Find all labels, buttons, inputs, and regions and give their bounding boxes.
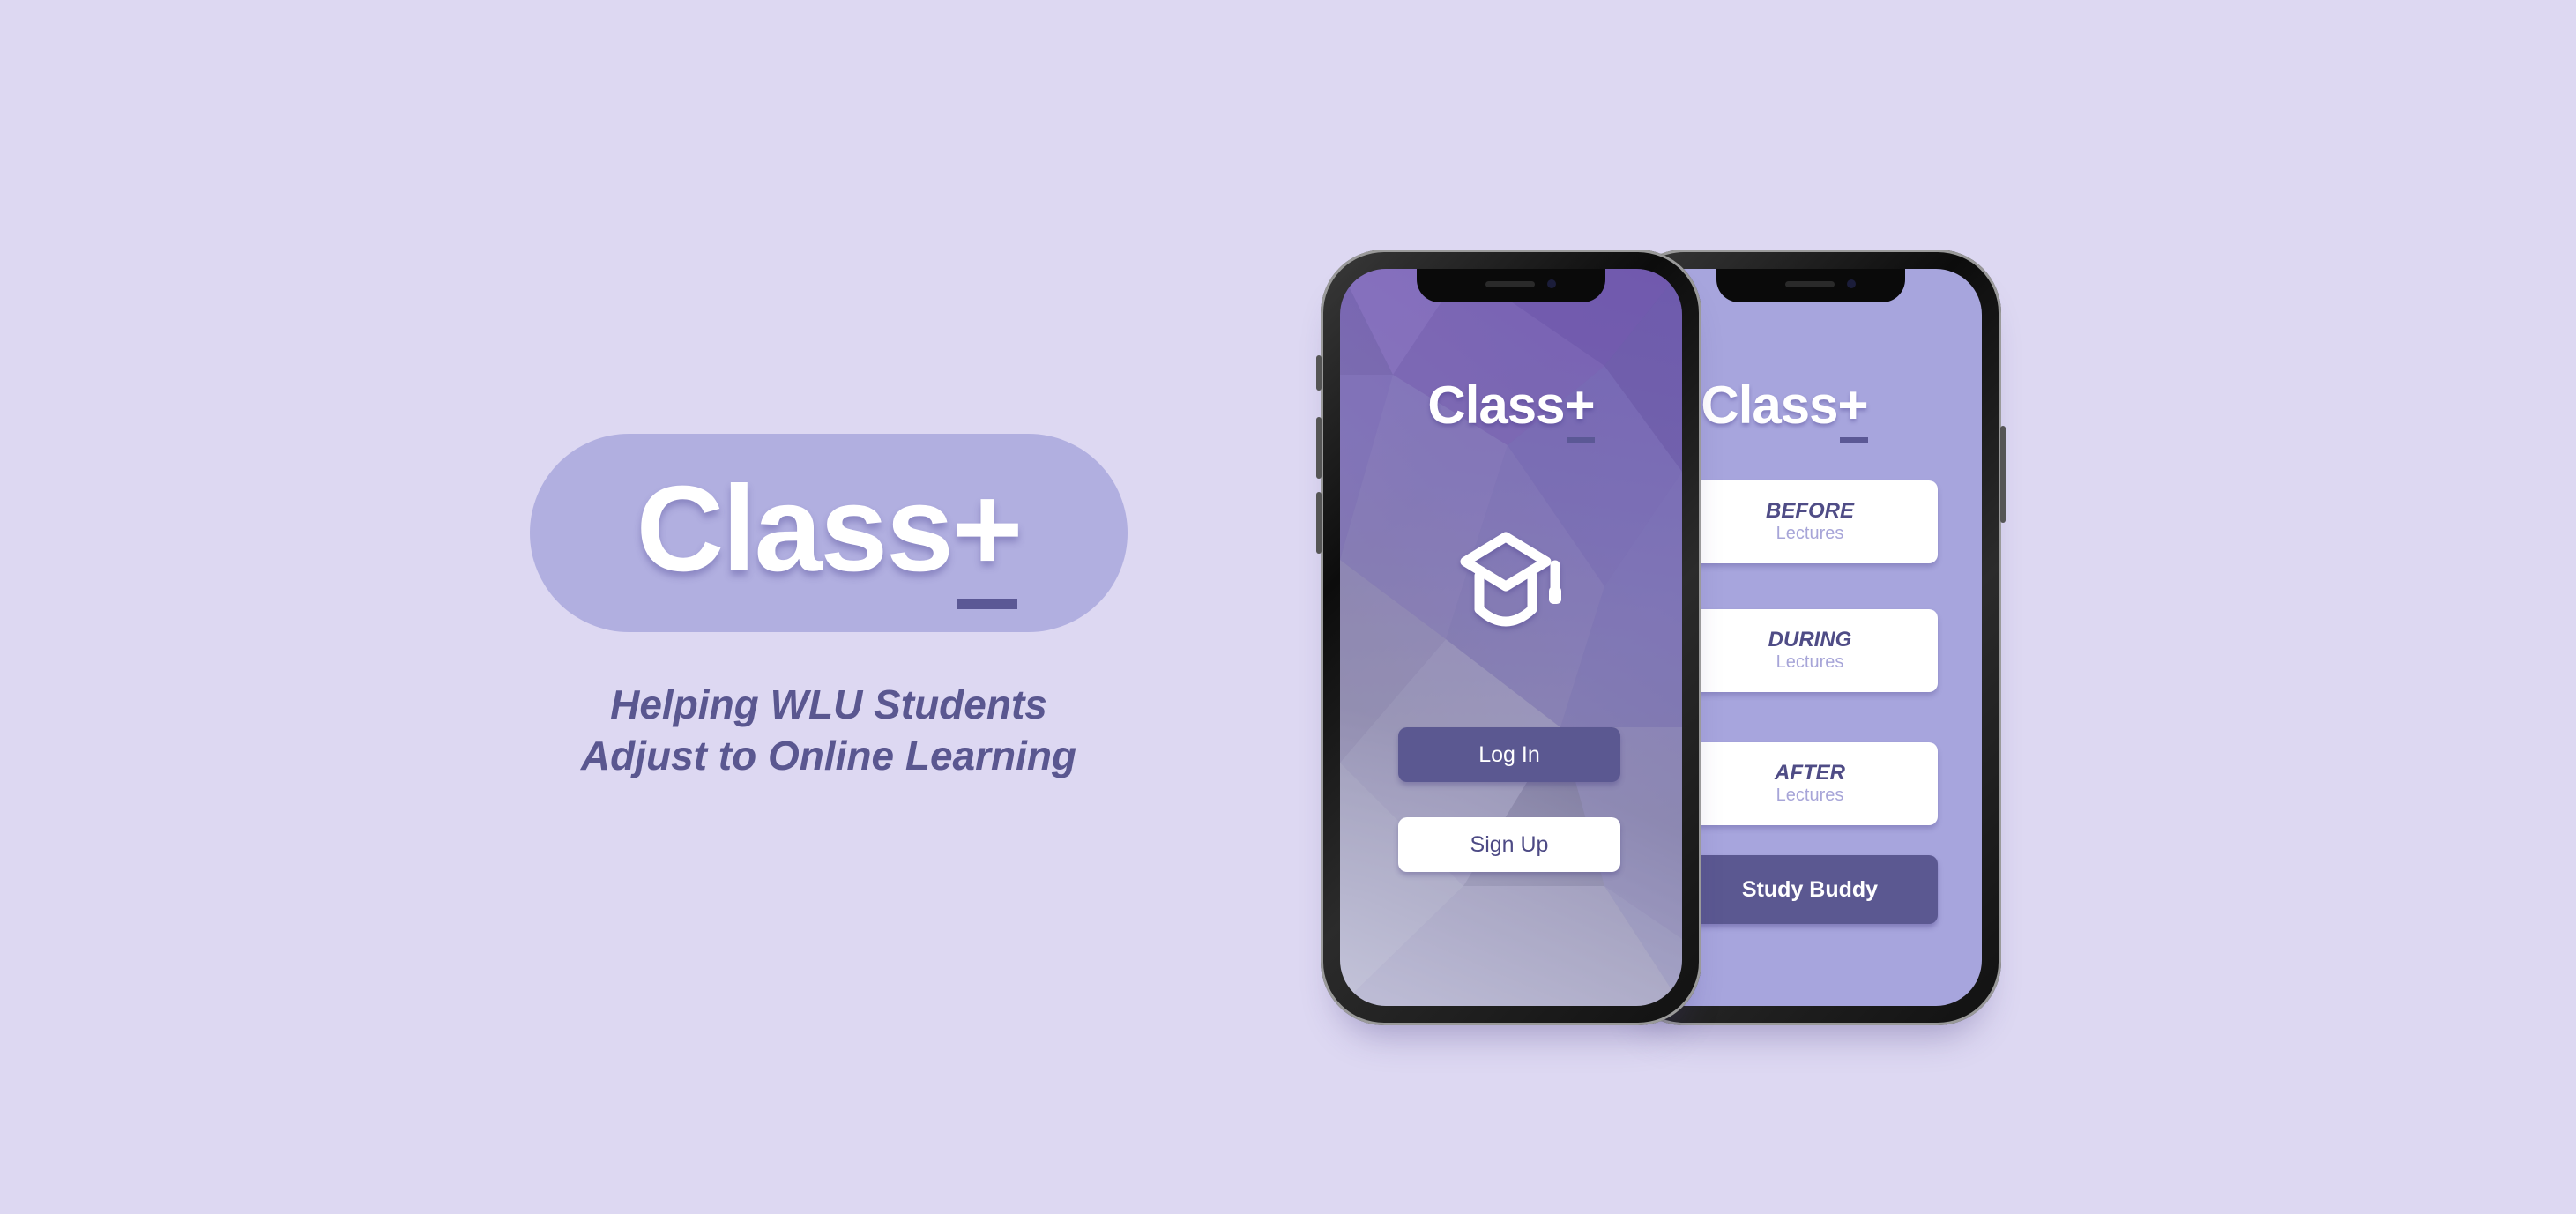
- login-screen: Class+ Log In Sign Up: [1340, 269, 1682, 1006]
- study-buddy-button[interactable]: Study Buddy: [1682, 855, 1938, 924]
- after-lectures-card[interactable]: AFTER Lectures: [1682, 742, 1938, 825]
- card-subtitle: Lectures: [1776, 524, 1844, 543]
- card-subtitle: Lectures: [1776, 652, 1844, 672]
- card-subtitle: Lectures: [1776, 786, 1844, 805]
- brand-logo: Class+: [637, 460, 1023, 609]
- during-lectures-card[interactable]: DURING Lectures: [1682, 609, 1938, 692]
- graduation-cap-icon: [1460, 532, 1561, 627]
- brand-name: Class: [636, 460, 954, 597]
- sign-up-button[interactable]: Sign Up: [1398, 817, 1620, 872]
- brand-plus: +: [951, 460, 1023, 609]
- tagline-line-2: Adjust to Online Learning: [580, 733, 1077, 778]
- phone-login: Class+ Log In Sign Up: [1316, 250, 1701, 1025]
- tagline-line-1: Helping WLU Students: [610, 681, 1047, 727]
- mute-switch: [1316, 355, 1322, 391]
- card-title: AFTER: [1775, 761, 1845, 785]
- tagline: Helping WLU Students Adjust to Online Le…: [476, 679, 1181, 781]
- log-in-button[interactable]: Log In: [1398, 727, 1620, 782]
- volume-down-button: [1316, 492, 1322, 554]
- login-logo: Class+: [1340, 375, 1682, 443]
- volume-up-button: [1316, 417, 1322, 479]
- card-title: BEFORE: [1765, 499, 1854, 523]
- before-lectures-card[interactable]: BEFORE Lectures: [1682, 480, 1938, 563]
- logo-pill: Class+: [530, 434, 1128, 632]
- power-button: [2000, 426, 2006, 523]
- phone-notch: [1417, 269, 1605, 302]
- card-title: DURING: [1768, 628, 1852, 652]
- phone-notch: [1716, 269, 1905, 302]
- menu-list: BEFORE Lectures DURING Lectures AFTER Le…: [1682, 269, 1938, 1006]
- login-logo-name: Class: [1427, 376, 1565, 435]
- login-logo-plus: +: [1564, 376, 1596, 443]
